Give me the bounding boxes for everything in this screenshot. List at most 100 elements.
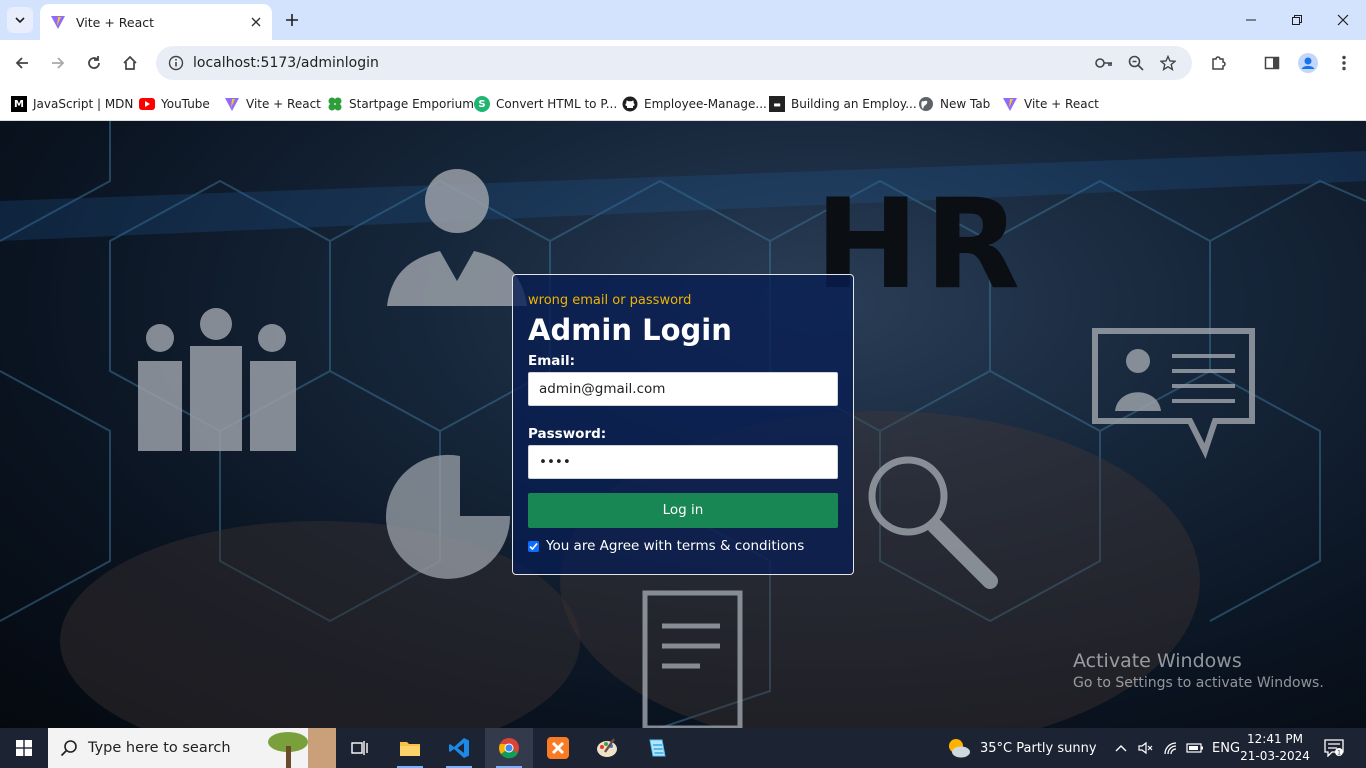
- bookmark-item[interactable]: S Convert HTML to P...: [474, 92, 617, 116]
- zoom-icon[interactable]: [1124, 51, 1148, 75]
- minimize-icon: [1246, 19, 1256, 21]
- side-panel-icon: [1264, 56, 1280, 70]
- taskbar-search-box[interactable]: Type here to search: [48, 728, 336, 768]
- notepad-icon: [649, 739, 666, 757]
- vite-icon: [224, 96, 240, 112]
- globe-icon: [918, 96, 934, 112]
- close-icon: [1337, 14, 1349, 26]
- tab-vite-react[interactable]: Vite + React: [40, 4, 272, 40]
- login-button[interactable]: Log in: [528, 493, 838, 528]
- show-hidden-icons-button[interactable]: [1114, 728, 1128, 768]
- clover-icon: [327, 96, 343, 112]
- page-viewport: HR wrong email or password Admin Login E…: [0, 121, 1366, 728]
- xampp-button[interactable]: [534, 728, 582, 768]
- close-tab-icon[interactable]: [244, 10, 268, 34]
- xampp-icon: [547, 737, 569, 759]
- weather-text: 35°C Partly sunny: [980, 740, 1097, 756]
- address-bar[interactable]: localhost:5173/adminlogin: [156, 46, 1192, 80]
- extensions-button[interactable]: [1204, 49, 1232, 77]
- restore-icon: [1292, 15, 1302, 25]
- bookmark-label: New Tab: [940, 97, 991, 111]
- notepad-button[interactable]: [632, 728, 680, 768]
- terms-checkbox[interactable]: [528, 540, 539, 552]
- bookmarks-bar: M JavaScript | MDN YouTube Vite + React …: [0, 86, 1366, 121]
- bookmark-item[interactable]: Employee-Manage...: [622, 92, 767, 116]
- chrome-icon: [499, 738, 519, 759]
- chrome-button[interactable]: [485, 728, 533, 768]
- bookmark-item[interactable]: ▬ Building an Employ...: [769, 92, 917, 116]
- start-button[interactable]: [0, 728, 48, 768]
- language-indicator[interactable]: ENG: [1212, 728, 1240, 768]
- network-button[interactable]: [1163, 728, 1179, 768]
- minimize-button[interactable]: [1228, 0, 1274, 40]
- email-field[interactable]: admin@gmail.com: [528, 372, 838, 406]
- tab-search-button[interactable]: [7, 7, 33, 33]
- youtube-icon: [139, 96, 155, 112]
- bookmark-item[interactable]: Vite + React: [1002, 92, 1099, 116]
- vscode-button[interactable]: [435, 728, 483, 768]
- bookmark-label: Convert HTML to P...: [496, 97, 618, 111]
- file-explorer-button[interactable]: [386, 728, 434, 768]
- speaker-muted-icon: [1138, 741, 1153, 755]
- task-view-button[interactable]: [336, 728, 384, 768]
- vite-icon: [1002, 96, 1018, 112]
- back-button[interactable]: [8, 49, 36, 77]
- bookmark-star-icon[interactable]: [1156, 51, 1180, 75]
- side-panel-button[interactable]: [1258, 49, 1286, 77]
- bookmark-label: Employee-Manage...: [644, 97, 767, 111]
- password-field[interactable]: ••••: [528, 445, 838, 479]
- arrow-right-icon: [52, 57, 65, 69]
- convert-icon: S: [474, 96, 490, 112]
- bookmark-item[interactable]: Startpage Emporium: [327, 92, 474, 116]
- error-message: wrong email or password: [528, 293, 692, 308]
- bookmark-item[interactable]: Vite + React: [224, 92, 321, 116]
- bookmark-item[interactable]: M JavaScript | MDN: [11, 92, 133, 116]
- email-label: Email:: [528, 353, 576, 369]
- page-title: Admin Login: [528, 313, 732, 347]
- chevron-up-icon: [1115, 745, 1127, 752]
- restore-button[interactable]: [1274, 0, 1320, 40]
- bookmark-label: YouTube: [161, 97, 210, 111]
- menu-button[interactable]: [1330, 49, 1358, 77]
- password-key-icon[interactable]: [1092, 51, 1116, 75]
- forward-button[interactable]: [44, 49, 72, 77]
- close-window-button[interactable]: [1320, 0, 1366, 40]
- svg-text:1: 1: [1337, 750, 1341, 757]
- bookmark-label: JavaScript | MDN: [33, 97, 134, 111]
- partly-sunny-icon: [949, 739, 970, 758]
- admin-login-form: wrong email or password Admin Login Emai…: [512, 274, 854, 575]
- notification-icon: 1: [1324, 739, 1344, 757]
- bookmark-label: Startpage Emporium: [349, 97, 474, 111]
- volume-button[interactable]: [1138, 728, 1154, 768]
- new-tab-button[interactable]: [280, 8, 304, 32]
- bookmark-label: Vite + React: [1024, 97, 1099, 111]
- puzzle-icon: [1212, 56, 1226, 70]
- battery-button[interactable]: [1186, 728, 1204, 768]
- clock[interactable]: 12:41 PM 21-03-2024: [1240, 731, 1310, 765]
- profile-button[interactable]: [1294, 49, 1322, 77]
- paint-button[interactable]: [583, 728, 631, 768]
- home-button[interactable]: [116, 49, 144, 77]
- reload-icon: [88, 56, 100, 69]
- browser-tab-strip: Vite + React: [0, 0, 1366, 40]
- plus-icon: [286, 14, 298, 26]
- folder-icon: [400, 742, 420, 756]
- bookmark-label: Vite + React: [246, 97, 321, 111]
- arrow-left-icon: [15, 57, 28, 69]
- notifications-button[interactable]: 1: [1324, 728, 1344, 768]
- clock-date: 21-03-2024: [1240, 749, 1310, 763]
- windows-logo-icon: [16, 740, 32, 756]
- github-icon: [622, 96, 638, 112]
- tree-icon: [268, 728, 336, 768]
- site-info-icon[interactable]: [164, 51, 188, 75]
- bookmark-label: Building an Employ...: [791, 97, 917, 111]
- checkmark-icon: [529, 542, 538, 550]
- activate-windows-watermark: Activate Windows Go to Settings to activ…: [1073, 650, 1324, 691]
- home-icon: [123, 55, 137, 70]
- watermark-title: Activate Windows: [1073, 650, 1242, 672]
- reload-button[interactable]: [80, 49, 108, 77]
- bookmark-item[interactable]: YouTube: [139, 92, 210, 116]
- weather-widget[interactable]: 35°C Partly sunny: [946, 728, 1097, 768]
- mdn-icon: M: [11, 96, 27, 112]
- bookmark-item[interactable]: New Tab: [918, 92, 990, 116]
